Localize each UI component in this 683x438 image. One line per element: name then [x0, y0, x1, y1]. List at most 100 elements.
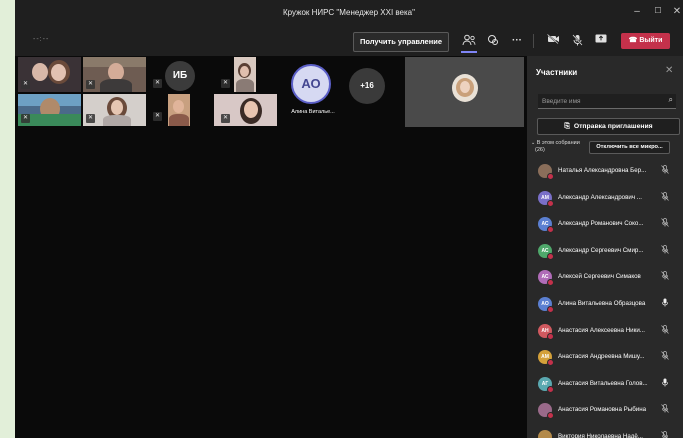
chevron-down-icon: ⌄ [531, 140, 536, 146]
invite-button[interactable]: ⎘ Отправка приглашения [537, 118, 680, 135]
participant-row[interactable]: АО Алина Витальевна Образцова [527, 291, 683, 317]
status-badge [547, 199, 554, 207]
minimize-button[interactable]: – [630, 6, 644, 17]
mic-icon[interactable] [661, 378, 669, 389]
more-icon[interactable]: ··· [509, 34, 525, 48]
participant-face [240, 66, 249, 77]
mic-off-icon[interactable] [661, 271, 669, 282]
video-tile[interactable]: ✕ [214, 94, 277, 126]
video-tile[interactable]: ✕ [18, 94, 81, 126]
in-meeting-count: (26) [535, 147, 545, 153]
participant-row[interactable]: Анастасия Романовна Рыбина [527, 397, 683, 423]
participant-body [169, 114, 189, 126]
video-stage: ✕ ✕ ✕ ИБ ✕ АО Алина Виталье... +16 ✕ ✕ ✕… [15, 56, 527, 438]
camera-off-icon[interactable] [545, 33, 561, 48]
participant-face [244, 101, 258, 118]
participant-row[interactable]: АС Алексей Сергеевич Симаков [527, 264, 683, 290]
leave-button-label: Выйти [639, 37, 663, 44]
video-tile[interactable]: ✕ [83, 94, 146, 126]
in-meeting-label: В этом собрании [536, 140, 580, 146]
status-badge [547, 306, 554, 313]
self-video-tile[interactable] [405, 57, 524, 127]
status-badge [547, 279, 554, 287]
panel-title: Участники [536, 68, 578, 77]
video-tile-ao[interactable]: АО Алина Виталье... [285, 60, 337, 120]
leave-button[interactable]: ☎ Выйти [621, 33, 670, 49]
participant-name: Анастасия Витальевна Голов... [558, 379, 648, 387]
participant-row[interactable]: Наталья Александровна Бер... [527, 158, 683, 184]
in-meeting-header[interactable]: ⌄ В этом собрании (26) [531, 140, 580, 154]
participant-name: Наталья Александровна Бер... [558, 167, 647, 174]
mic-icon[interactable] [661, 298, 669, 309]
mic-off-icon[interactable] [661, 218, 669, 229]
mic-off-icon[interactable] [661, 165, 669, 176]
status-badge [547, 252, 554, 260]
participant-row[interactable]: АС Александр Романович Соко... [527, 211, 683, 237]
share-icon[interactable] [593, 34, 609, 48]
mic-off-icon: ✕ [221, 79, 230, 88]
title-bar: Кружок НИРС "Менеджер XXI века" – ☐ ✕ [15, 0, 683, 26]
search-box[interactable]: ⌕ [538, 94, 676, 109]
mic-off-icon[interactable] [661, 324, 669, 336]
status-badge [547, 359, 554, 367]
participant-row[interactable]: АС Александр Сергеевич Смир... [527, 238, 683, 264]
status-badge [547, 226, 554, 234]
participants-panel: Участники ✕ ⌕ ⎘Отправка приглашения ⌄ В … [527, 56, 683, 438]
mic-off-icon[interactable] [661, 431, 669, 438]
invite-button-label: Отправка приглашения [573, 123, 653, 130]
mic-off-icon[interactable] [569, 34, 585, 48]
participant-body [103, 115, 131, 126]
status-badge [547, 173, 554, 180]
search-input[interactable] [538, 94, 664, 108]
close-window-button[interactable]: ✕ [670, 6, 683, 17]
participant-row[interactable]: АМ Александр Александрович ... [527, 185, 683, 211]
participant-row[interactable]: АН Анастасия Алексеевна Ники... [527, 318, 683, 344]
status-badge [547, 385, 554, 393]
avatar-ao: АО [291, 64, 331, 104]
participant-name: Виктория Николаевна Надё... [558, 433, 644, 438]
video-tile[interactable]: ✕ [83, 57, 146, 92]
participant-face [51, 64, 66, 81]
participant-row[interactable]: АГ Анастасия Витальевна Голов... [527, 371, 683, 397]
mic-off-icon[interactable] [661, 351, 669, 362]
participant-face [460, 81, 470, 93]
video-tile[interactable]: ✕ [18, 57, 81, 92]
avatar-ib[interactable]: ИБ [165, 61, 195, 91]
participant-face [111, 100, 123, 115]
people-active-indicator [461, 51, 477, 53]
phone-icon: ☎ [628, 37, 638, 44]
participant-name: Анастасия Романовна Рыбина [558, 406, 647, 414]
participant-name: Анастасия Алексеевна Ники... [558, 326, 645, 334]
avatar [538, 430, 552, 438]
video-tile[interactable] [168, 94, 190, 126]
mic-off-icon[interactable] [661, 191, 669, 203]
mic-off-icon[interactable] [661, 404, 669, 415]
more-participants-button[interactable]: +16 [349, 68, 385, 104]
status-badge [547, 332, 554, 340]
mic-off-icon: ✕ [86, 114, 95, 123]
chat-icon[interactable] [485, 34, 501, 48]
mute-all-button[interactable]: Отключить все микро... [589, 141, 670, 154]
participant-row[interactable]: АМ Анастасия Андреевна Мишу... [527, 344, 683, 370]
window-title: Кружок НИРС "Менеджер XXI века" [283, 8, 415, 17]
close-icon[interactable]: ✕ [665, 65, 673, 76]
take-control-button[interactable]: Получить управление [353, 32, 449, 52]
maximize-button[interactable]: ☐ [651, 6, 665, 15]
participant-name: Алина Виталье... [291, 109, 335, 115]
meeting-timer: --:-- [33, 36, 50, 43]
video-tile[interactable] [234, 57, 256, 92]
participant-name: Александр Сергеевич Смир... [558, 246, 644, 254]
mic-off-icon: ✕ [21, 80, 30, 89]
participant-row[interactable]: Виктория Николаевна Надё... [527, 424, 683, 438]
mic-off-icon: ✕ [21, 114, 30, 123]
participant-body [236, 79, 254, 92]
participant-name: Алексей Сергеевич Симаков [558, 273, 641, 281]
mic-off-icon: ✕ [153, 79, 162, 88]
participant-name: Алина Витальевна Образцова [558, 300, 646, 307]
mic-off-icon[interactable] [661, 244, 669, 256]
participant-name: Александр Александрович ... [558, 193, 642, 201]
search-icon[interactable]: ⌕ [669, 95, 673, 105]
status-badge [547, 412, 554, 420]
mic-off-icon: ✕ [153, 112, 162, 121]
people-icon[interactable] [461, 34, 477, 48]
